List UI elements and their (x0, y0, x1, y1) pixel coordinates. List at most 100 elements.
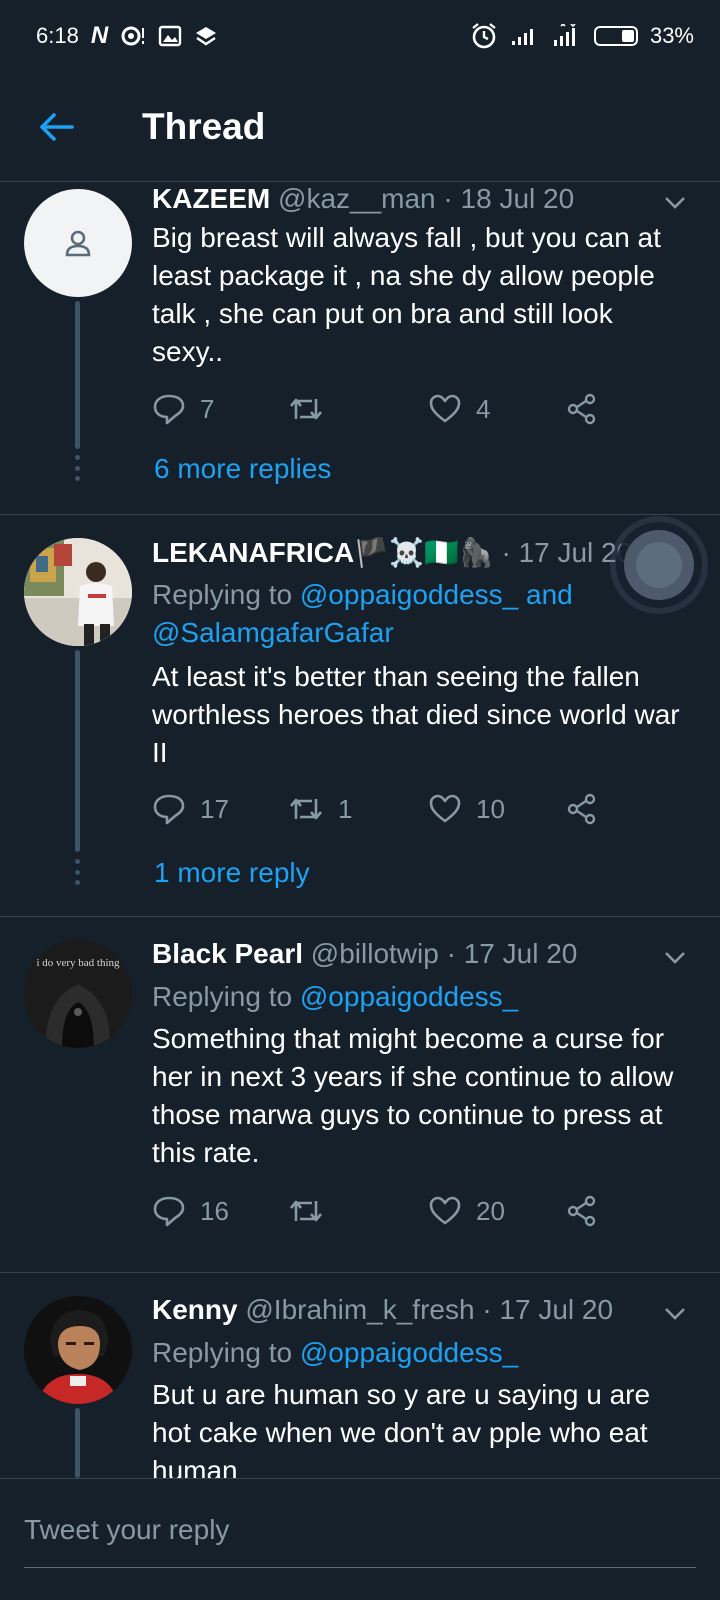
signal-icon (552, 24, 582, 48)
tweet[interactable]: LEKANAFRICA🏴☠️🇳🇬🦍 · 17 Jul 20 Replying t… (0, 516, 720, 917)
page-title: Thread (142, 105, 266, 147)
back-button[interactable] (26, 97, 86, 157)
avatar-image (24, 1296, 132, 1404)
separator: · (501, 537, 511, 568)
thread-dots (74, 859, 80, 885)
alarm-icon (470, 22, 498, 50)
separator: · (482, 1294, 492, 1325)
share-icon (567, 793, 596, 825)
user-handle[interactable]: @Ibrahim_k_fresh (245, 1294, 474, 1325)
display-name[interactable]: LEKANAFRICA (152, 537, 354, 568)
display-name[interactable]: Kenny (152, 1294, 238, 1325)
avatar[interactable] (24, 1296, 132, 1404)
status-bar: 6:18 N 33% (0, 0, 720, 72)
retweet-button[interactable]: 1 (288, 789, 352, 829)
chevron-down-icon (665, 952, 685, 964)
tweet-header: KAZEEM @kaz__man · 18 Jul 20 (152, 183, 660, 215)
tweet-header: Black Pearl @billotwip · 17 Jul 20 (152, 938, 660, 970)
tweet-menu-button[interactable] (660, 1299, 690, 1329)
more-replies-link[interactable]: 6 more replies (154, 453, 331, 485)
user-handle[interactable]: @kaz__man (278, 183, 436, 214)
mention-link[interactable]: @oppaigoddess_ (300, 1337, 518, 1368)
avatar[interactable]: i do very bad thing (24, 940, 132, 1048)
tweet-text: But u are human so y are u saying u are … (152, 1379, 651, 1486)
tweet-actions: 17 1 10 (152, 789, 622, 829)
replying-prefix: Replying to (152, 981, 293, 1012)
avatar-image (24, 538, 132, 646)
tweet-date[interactable]: 17 Jul 20 (464, 938, 578, 969)
status-time: 6:18 (36, 23, 79, 48)
app-header: Thread (0, 72, 720, 182)
like-button[interactable]: 20 (428, 1191, 505, 1231)
image-icon (158, 25, 182, 47)
chevron-down-icon (665, 197, 685, 209)
replying-to: Replying to @oppaigoddess_ (152, 978, 690, 1016)
retweet-button[interactable] (288, 389, 338, 429)
default-user-icon (65, 230, 91, 257)
more-replies-link[interactable]: 1 more reply (154, 857, 310, 889)
avatar[interactable] (24, 189, 132, 297)
share-button[interactable] (566, 389, 598, 429)
chevron-down-icon (665, 1308, 685, 1320)
like-button[interactable]: 4 (428, 389, 490, 429)
separator: · (443, 183, 453, 214)
layers-icon (194, 25, 218, 47)
battery-icon (593, 26, 638, 46)
tweet-date[interactable]: 18 Jul 20 (461, 183, 575, 214)
tweet[interactable]: KAZEEM @kaz__man · 18 Jul 20 Big breast … (0, 183, 720, 515)
reply-input[interactable] (24, 1507, 696, 1553)
replying-prefix: Replying to (152, 1337, 293, 1368)
tweet-actions: 16 20 (152, 1191, 622, 1231)
tweet-date[interactable]: 17 Jul 20 (499, 1294, 613, 1325)
reply-count: 16 (200, 1195, 229, 1226)
tweet-header: Kenny @Ibrahim_k_fresh · 17 Jul 20 (152, 1294, 660, 1326)
share-button[interactable] (566, 789, 598, 829)
display-name[interactable]: KAZEEM (152, 183, 270, 214)
tweet-text: Something that might become a curse for … (152, 1023, 674, 1168)
reply-button[interactable]: 7 (152, 389, 214, 429)
notification-icon (120, 25, 146, 47)
tweet-date[interactable]: 17 Jul 20 (519, 537, 633, 568)
heart-icon (429, 1196, 461, 1225)
tweet-menu-button[interactable] (660, 943, 690, 973)
svg-text:i do very bad thing: i do very bad thing (36, 957, 120, 969)
share-icon (567, 393, 596, 425)
heart-icon (429, 394, 461, 423)
thread-dots (74, 455, 80, 481)
tweet-menu-button[interactable] (660, 188, 690, 218)
tweet[interactable]: i do very bad thing Black Pearl @billotw… (0, 918, 720, 1273)
thread-line (75, 1408, 80, 1478)
reply-button[interactable]: 16 (152, 1191, 229, 1231)
like-count: 10 (476, 793, 505, 824)
retweet-count: 1 (338, 793, 353, 824)
separator: · (446, 938, 456, 969)
tweet-header: LEKANAFRICA🏴☠️🇳🇬🦍 · 17 Jul 20 (152, 536, 660, 569)
retweet-icon (290, 1200, 322, 1222)
like-button[interactable]: 10 (428, 789, 505, 829)
thread-line (75, 650, 80, 852)
tweet[interactable]: Kenny @Ibrahim_k_fresh · 17 Jul 20 Reply… (0, 1274, 720, 1486)
mention-link[interactable]: @oppaigoddess_ (300, 981, 518, 1012)
reply-count: 7 (200, 393, 215, 424)
reply-composer (0, 1478, 720, 1600)
arrow-left-icon (40, 112, 74, 141)
reply-button[interactable]: 17 (152, 789, 229, 829)
thread-screen: 6:18 N 33% Thread KAZEEM @kaz__man · 18 … (0, 0, 720, 1600)
replying-to: Replying to @oppaigoddess_ (152, 1334, 690, 1372)
signal-icon (510, 25, 540, 47)
n-app-icon: N (90, 22, 109, 49)
floating-assistant-button[interactable] (624, 530, 694, 600)
tweet-actions: 7 4 (152, 389, 622, 429)
status-bar-right: 33% (470, 22, 694, 50)
retweet-button[interactable] (288, 1191, 338, 1231)
status-bar-left: 6:18 N (36, 22, 218, 50)
avatar[interactable] (24, 538, 132, 646)
display-name[interactable]: Black Pearl (152, 938, 303, 969)
share-icon (567, 1195, 596, 1227)
retweet-icon (290, 398, 322, 420)
user-handle[interactable]: @billotwip (311, 938, 439, 969)
avatar-image: i do very bad thing (24, 940, 132, 1048)
reply-icon (153, 394, 185, 425)
share-button[interactable] (566, 1191, 598, 1231)
name-emoji: 🏴☠️🇳🇬🦍 (354, 537, 494, 568)
